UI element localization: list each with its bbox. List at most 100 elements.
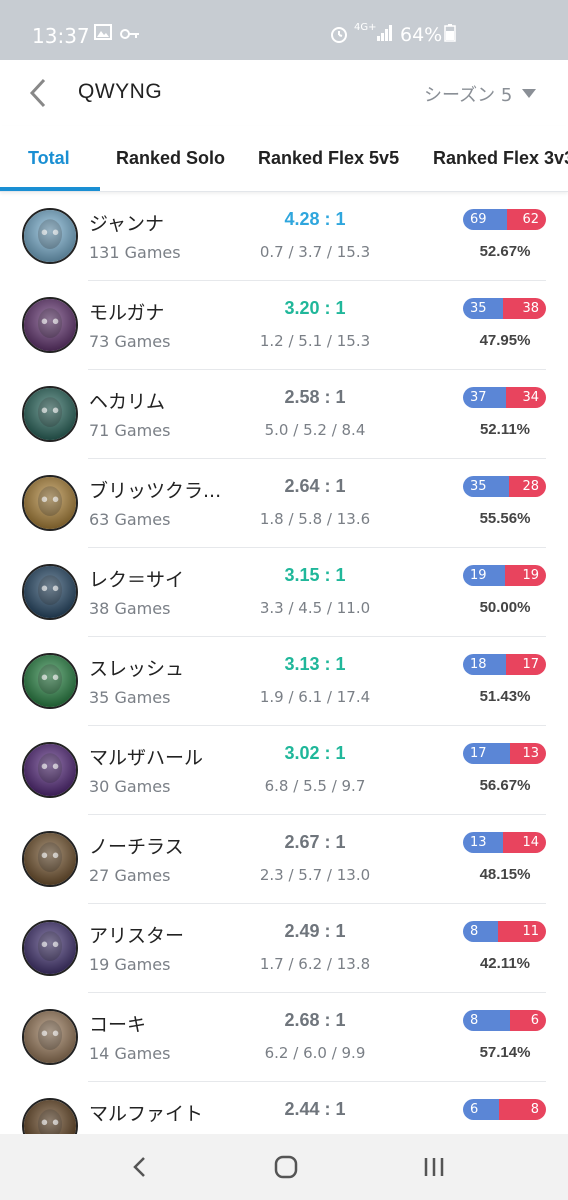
kda-ratio: 3.20 : 1 <box>284 298 346 318</box>
battery-icon <box>444 24 456 47</box>
games-count: 30 Games <box>89 777 171 796</box>
champion-row[interactable]: ブリッツクラ... 63 Games 2.64 : 1 1.8 / 5.8 / 13.… <box>0 459 568 548</box>
champion-row[interactable]: モルガナ 73 Games 3.20 : 1 1.2 / 5.1 / 15.3 35 38… <box>0 281 568 370</box>
kda-average: 3.3 / 4.5 / 11.0 <box>259 599 371 617</box>
losses-count: 8 <box>498 1099 546 1120</box>
kda-average: 1.9 / 6.1 / 17.4 <box>259 688 371 706</box>
status-bar: 13:37 4G+ 64% <box>0 0 568 60</box>
kda-ratio: 2.44 : 1 <box>284 1099 346 1119</box>
active-tab-indicator <box>0 187 100 191</box>
win-loss-bar: 86 <box>463 1010 546 1031</box>
kda-average: 1.2 / 5.1 / 15.3 <box>259 332 371 350</box>
season-dropdown[interactable]: シーズン 5 <box>424 81 512 107</box>
app-header: QWYNG シーズン 5 <box>0 60 568 126</box>
kda-average: 6.2 / 6.0 / 9.9 <box>264 1044 366 1062</box>
champion-avatar <box>22 208 78 264</box>
champion-name: ヘカリム <box>89 391 166 413</box>
4g-icon: 4G+ <box>354 22 377 33</box>
kda-average: 1.7 / 6.2 / 13.8 <box>259 955 371 973</box>
champion-avatar <box>22 920 78 976</box>
champion-name: マルザハール <box>89 747 204 769</box>
champion-row[interactable]: スレッシュ 35 Games 3.13 : 1 1.9 / 6.1 / 17.4 18 1… <box>0 637 568 726</box>
champion-row[interactable]: コーキ 14 Games 2.68 : 1 6.2 / 6.0 / 9.9 8 6 57.1… <box>0 993 568 1082</box>
champion-name: コーキ <box>89 1014 147 1036</box>
games-count: 19 Games <box>89 955 171 974</box>
champion-name: ジャンナ <box>89 213 165 235</box>
tab-ranked-solo[interactable]: Ranked Solo <box>116 148 225 169</box>
champion-avatar <box>22 564 78 620</box>
win-loss-bar: 68 <box>463 1099 546 1120</box>
win-rate: 48.15% <box>479 866 531 883</box>
kda-ratio: 4.28 : 1 <box>284 209 346 229</box>
losses-count: 17 <box>505 654 546 675</box>
champion-avatar <box>22 475 78 531</box>
wins-count: 8 <box>463 1010 511 1031</box>
wins-count: 13 <box>463 832 503 853</box>
champion-row[interactable]: ノーチラス 27 Games 2.67 : 1 2.3 / 5.7 / 13.0 13 1… <box>0 815 568 904</box>
champion-row[interactable]: ジャンナ 131 Games 4.28 : 1 0.7 / 3.7 / 15.3 69 6… <box>0 192 568 281</box>
wins-count: 17 <box>463 743 511 764</box>
losses-count: 6 <box>510 1010 546 1031</box>
tab-total[interactable]: Total <box>28 148 70 169</box>
wins-count: 8 <box>463 921 498 942</box>
champion-name: スレッシュ <box>89 658 185 680</box>
home-nav-icon[interactable] <box>271 1152 301 1182</box>
champion-row[interactable]: アリスター 19 Games 2.49 : 1 1.7 / 6.2 / 13.8 8 11… <box>0 904 568 993</box>
kda-ratio: 2.58 : 1 <box>284 387 346 407</box>
win-rate: 55.56% <box>479 510 531 527</box>
champion-row[interactable]: マルファイト 2.44 : 1 68 <box>0 1082 568 1134</box>
losses-count: 38 <box>502 298 546 319</box>
kda-ratio: 2.64 : 1 <box>284 476 346 496</box>
win-loss-bar: 18 17 <box>463 654 546 675</box>
champion-name: ブリッツクラ... <box>89 480 222 502</box>
champion-avatar <box>22 742 78 798</box>
win-rate: 50.00% <box>479 599 531 616</box>
losses-count: 19 <box>504 565 546 586</box>
kda-average: 2.3 / 5.7 / 13.0 <box>259 866 371 884</box>
kda-average: 0.7 / 3.7 / 15.3 <box>259 243 371 261</box>
win-loss-bar: 19 19 <box>463 565 546 586</box>
kda-ratio: 2.67 : 1 <box>284 832 346 852</box>
back-arrow-icon[interactable] <box>26 76 52 110</box>
champion-row[interactable]: ヘカリム 71 Games 2.58 : 1 5.0 / 5.2 / 8.4 37 34 5… <box>0 370 568 459</box>
wins-count: 35 <box>463 476 510 497</box>
chevron-down-icon[interactable] <box>522 89 536 98</box>
key-icon <box>120 24 140 45</box>
champion-avatar <box>22 1009 78 1065</box>
losses-count: 34 <box>506 387 546 408</box>
win-rate: 52.11% <box>479 421 531 438</box>
champion-row[interactable]: レク＝サイ 38 Games 3.15 : 1 3.3 / 4.5 / 11.0 19 1… <box>0 548 568 637</box>
kda-ratio: 3.15 : 1 <box>284 565 346 585</box>
games-count: 63 Games <box>89 510 171 529</box>
tab-ranked-flex-5v5[interactable]: Ranked Flex 5v5 <box>258 148 399 169</box>
alarm-icon <box>329 24 349 49</box>
champion-name: ノーチラス <box>89 836 184 858</box>
losses-count: 13 <box>510 743 546 764</box>
champion-list[interactable]: ジャンナ 131 Games 4.28 : 1 0.7 / 3.7 / 15.3 69 6… <box>0 192 568 1134</box>
back-nav-icon[interactable] <box>126 1152 156 1182</box>
win-loss-bar: 35 28 <box>463 476 546 497</box>
kda-ratio: 2.68 : 1 <box>284 1010 346 1030</box>
games-count: 14 Games <box>89 1044 171 1063</box>
win-rate: 51.43% <box>479 688 531 705</box>
kda-ratio: 3.02 : 1 <box>284 743 346 763</box>
page-title: QWYNG <box>78 80 163 103</box>
champion-row[interactable]: マルザハール 30 Games 3.02 : 1 6.8 / 5.5 / 9.7 17 1… <box>0 726 568 815</box>
champion-name: マルファイト <box>89 1103 204 1125</box>
games-count: 71 Games <box>89 421 171 440</box>
win-loss-bar: 17 13 <box>463 743 546 764</box>
tab-ranked-flex-3v3[interactable]: Ranked Flex 3v3 <box>433 148 568 169</box>
wins-count: 19 <box>463 565 505 586</box>
win-rate: 42.11% <box>479 955 531 972</box>
win-loss-bar: 13 14 <box>463 832 546 853</box>
recents-nav-icon[interactable] <box>419 1152 449 1182</box>
games-count: 131 Games <box>89 243 181 262</box>
champion-avatar <box>22 297 78 353</box>
wins-count: 69 <box>463 209 507 230</box>
tab-bar: Total Ranked Solo Ranked Flex 5v5 Ranked… <box>0 126 568 192</box>
battery-percent: 64% <box>400 24 443 46</box>
games-count: 73 Games <box>89 332 171 351</box>
image-icon <box>94 24 112 45</box>
losses-count: 62 <box>506 209 546 230</box>
kda-ratio: 3.13 : 1 <box>284 654 346 674</box>
